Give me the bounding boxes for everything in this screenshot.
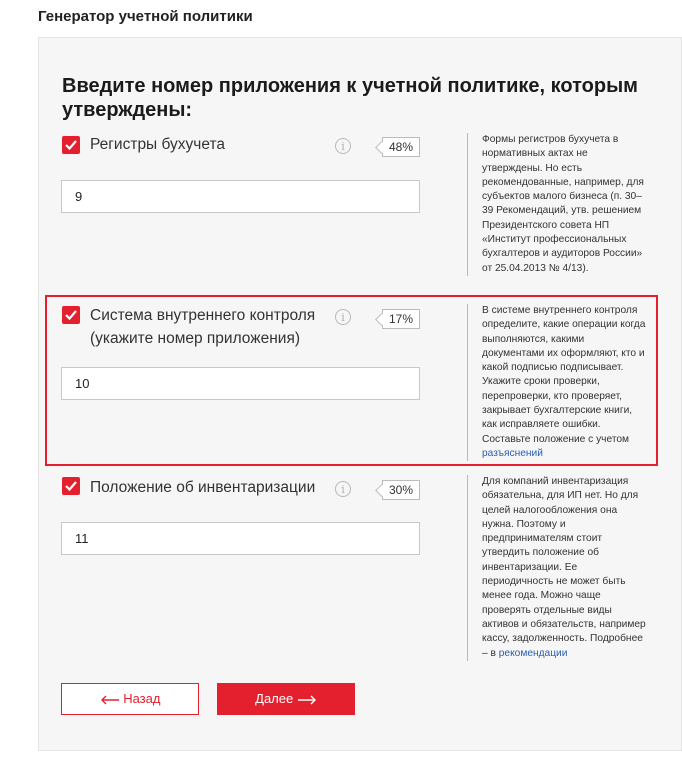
inventory-label: Положение об инвентаризации <box>90 479 316 496</box>
arrow-right-icon <box>297 695 316 705</box>
internal-control-percent-badge: 17% <box>382 309 420 329</box>
checkmark-icon <box>65 310 77 321</box>
inventory-note: Для компаний инвентаризация обязательна,… <box>467 475 647 661</box>
back-button[interactable]: Назад <box>61 683 199 715</box>
form-heading: Введите номер приложения к учетной полит… <box>62 75 638 121</box>
arrow-left-icon <box>100 695 119 705</box>
inventory-percent-badge: 30% <box>382 480 420 500</box>
internal-control-label-hint: (укажите номер приложения) <box>90 330 301 347</box>
back-button-label: Назад <box>123 691 161 706</box>
registers-number-input[interactable] <box>61 180 420 213</box>
checkmark-icon <box>65 481 77 492</box>
registers-label: Регистры бухучета <box>90 136 226 153</box>
internal-control-checkbox[interactable] <box>62 306 80 324</box>
inventory-checkbox[interactable] <box>62 477 80 495</box>
registers-note: Формы регистров бухучета в нормативных а… <box>467 133 647 276</box>
registers-percent-badge: 48% <box>382 137 420 157</box>
info-icon[interactable]: i <box>335 481 351 497</box>
internal-control-number-input[interactable] <box>61 367 420 400</box>
inventory-note-text: Для компаний инвентаризация обязательна,… <box>482 476 646 659</box>
recommendations-link[interactable]: рекомендации <box>499 648 568 659</box>
checkmark-icon <box>65 140 77 151</box>
registers-checkbox[interactable] <box>62 136 80 154</box>
internal-control-note: В системе внутреннего контроля определит… <box>467 304 647 462</box>
internal-control-note-text: В системе внутреннего контроля определит… <box>482 305 646 445</box>
registers-note-text: Формы регистров бухучета в нормативных а… <box>482 134 644 274</box>
info-icon[interactable]: i <box>335 138 351 154</box>
internal-control-label: Система внутреннего контроля <box>90 307 316 324</box>
inventory-number-input[interactable] <box>61 522 420 555</box>
clarifications-link[interactable]: разъяснений <box>482 448 543 459</box>
next-button-label: Далее <box>255 691 294 706</box>
page-title: Генератор учетной политики <box>38 8 253 25</box>
info-icon[interactable]: i <box>335 309 351 325</box>
next-button[interactable]: Далее <box>217 683 355 715</box>
